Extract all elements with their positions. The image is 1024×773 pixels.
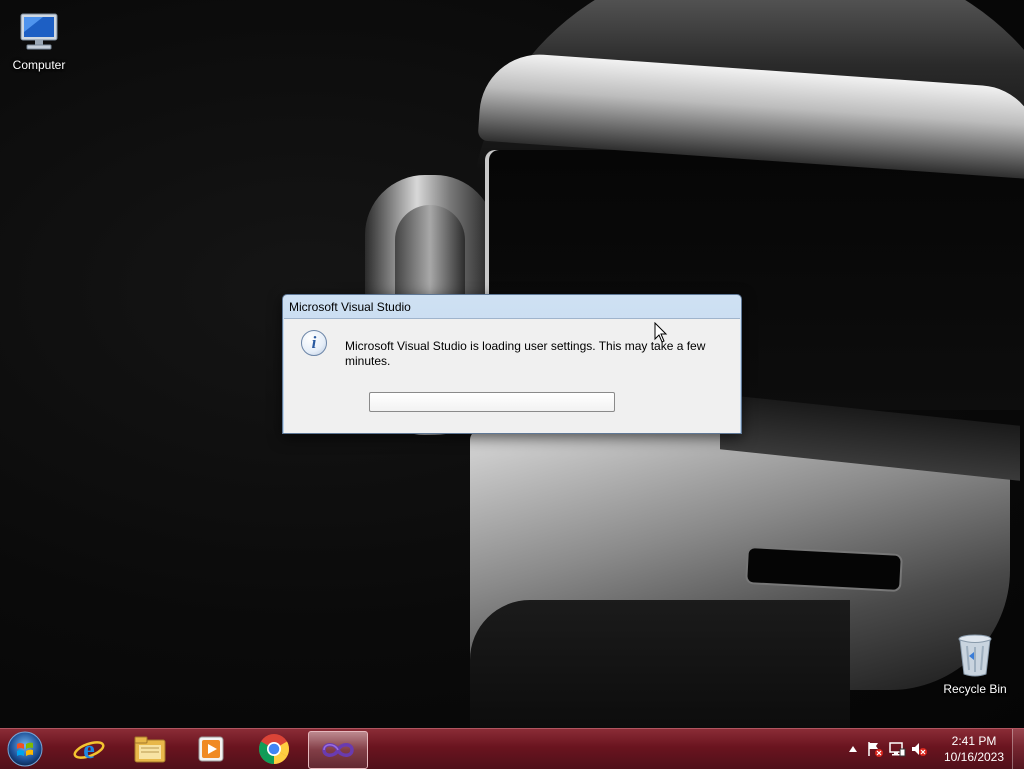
- computer-icon: [20, 13, 58, 50]
- taskbar-chrome[interactable]: [246, 731, 302, 767]
- windows-start-orb-icon: [7, 731, 43, 767]
- chrome-icon: [258, 734, 290, 764]
- file-explorer-icon: [134, 736, 166, 763]
- svg-text:e: e: [83, 735, 95, 764]
- system-clock[interactable]: 2:41 PM 10/16/2023: [936, 733, 1012, 765]
- loading-progress-bar: [369, 392, 615, 412]
- mouse-cursor-icon: [654, 322, 668, 343]
- taskbar-file-explorer[interactable]: [122, 731, 178, 767]
- taskbar-visual-studio[interactable]: [308, 731, 368, 769]
- clock-time: 2:41 PM: [951, 734, 997, 748]
- action-center-flag-icon[interactable]: [864, 738, 886, 760]
- start-button[interactable]: [5, 730, 45, 768]
- show-desktop-button[interactable]: [1012, 729, 1024, 769]
- wallpaper-helmet-neck: [470, 600, 850, 728]
- taskbar-media-player[interactable]: [183, 731, 239, 767]
- media-player-icon: [198, 736, 224, 762]
- desktop-icon-computer[interactable]: Computer: [1, 10, 77, 72]
- network-icon[interactable]: [886, 738, 908, 760]
- info-icon: i: [301, 330, 327, 356]
- dialog-title: Microsoft Visual Studio: [289, 300, 411, 314]
- desktop-icon-recycle-bin[interactable]: Recycle Bin: [937, 632, 1013, 696]
- desktop-icon-label: Computer: [12, 58, 66, 72]
- volume-muted-icon[interactable]: [908, 738, 930, 760]
- visual-studio-loading-dialog: Microsoft Visual Studio i Microsoft Visu…: [282, 294, 742, 434]
- recycle-bin-icon: [958, 634, 992, 677]
- system-tray: [842, 729, 930, 769]
- taskbar: e 2:41 PM 10/16/2023: [0, 728, 1024, 769]
- internet-explorer-icon: e: [73, 735, 105, 764]
- show-hidden-icons-chevron[interactable]: [842, 738, 864, 760]
- dialog-body: i Microsoft Visual Studio is loading use…: [284, 318, 740, 433]
- taskbar-internet-explorer[interactable]: e: [61, 731, 117, 767]
- desktop-icon-label: Recycle Bin: [943, 682, 1007, 696]
- desktop: Computer Recycle Bin Microsoft Visual St…: [0, 0, 1024, 728]
- visual-studio-icon: [322, 743, 354, 757]
- clock-date: 10/16/2023: [943, 750, 1005, 764]
